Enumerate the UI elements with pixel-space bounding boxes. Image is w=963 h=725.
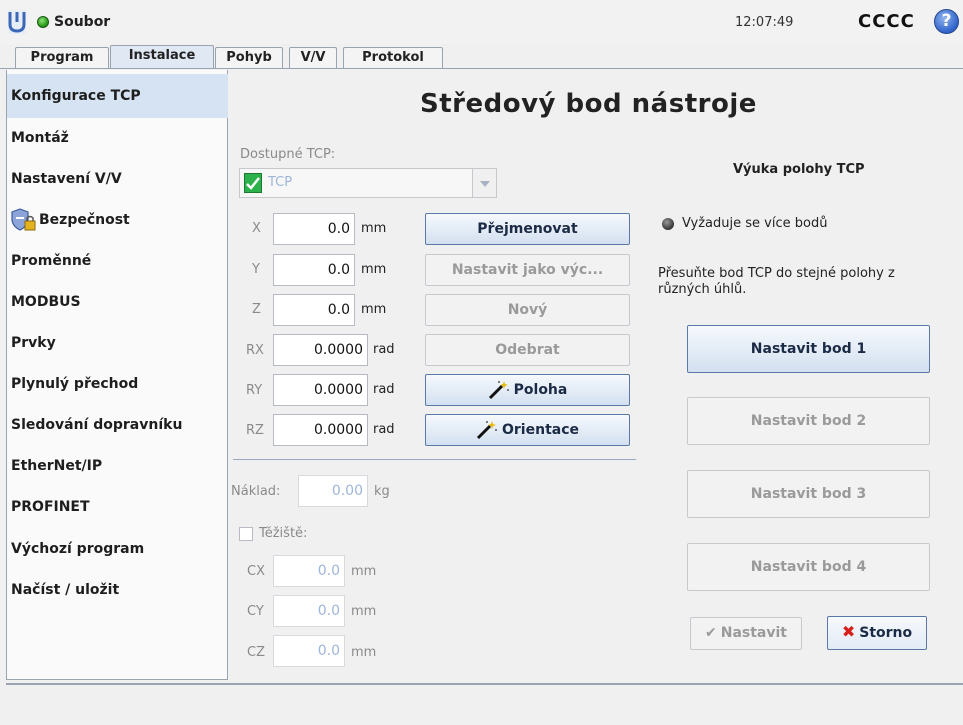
axis-label-rx: RX [246, 343, 264, 358]
unit-ry: rad [373, 382, 395, 397]
active-tcp-check-icon [244, 173, 262, 193]
cog-checkbox[interactable] [239, 527, 253, 541]
available-tcp-label: Dostupné TCP: [240, 147, 336, 162]
unit-rz: rad [373, 422, 395, 437]
teach-instruction-line2: různých úhlů. [658, 282, 747, 297]
unit-x: mm [361, 221, 387, 236]
cog-axis-cx: CX [247, 564, 265, 579]
payload-field[interactable]: 0.00 [298, 475, 368, 507]
tcp-y-field[interactable]: 0.0 [273, 254, 355, 286]
sidebar-item-ethernet-ip[interactable]: EtherNet/IP [7, 446, 228, 486]
axis-label-y: Y [252, 262, 260, 277]
apply-button-label: Nastavit [720, 625, 787, 641]
clock: 12:07:49 [735, 15, 794, 30]
sidebar-item-load-save[interactable]: Načíst / uložit [7, 570, 228, 610]
unit-z: mm [361, 302, 387, 317]
sidebar-item-safety-label: Bezpečnost [39, 212, 130, 228]
sidebar-item-tcp[interactable]: Konfigurace TCP [7, 74, 228, 118]
cog-cx-field[interactable]: 0.0 [273, 555, 345, 587]
bottom-divider [6, 683, 963, 685]
set-point-1-button[interactable]: Nastavit bod 1 [687, 325, 930, 373]
close-icon: ✖ [841, 622, 856, 641]
robot-name: CCCC [858, 11, 915, 32]
tab-io[interactable]: V/V [289, 47, 337, 69]
axis-label-x: X [252, 221, 261, 236]
sidebar-item-conveyor[interactable]: Sledování dopravníku [7, 405, 228, 445]
cog-unit-cx: mm [351, 564, 377, 579]
unit-y: mm [361, 262, 387, 277]
tab-installation[interactable]: Instalace [110, 45, 214, 69]
top-bar: Soubor 12:07:49 CCCC ? [0, 0, 963, 44]
set-point-3-button[interactable]: Nastavit bod 3 [687, 470, 930, 518]
sidebar-item-default-program[interactable]: Výchozí program [7, 529, 228, 569]
payload-label: Náklad: [231, 484, 281, 499]
cog-cy-field[interactable]: 0.0 [273, 595, 345, 627]
cog-unit-cz: mm [351, 645, 377, 660]
rename-button[interactable]: Přejmenovat [425, 213, 630, 245]
set-point-2-button[interactable]: Nastavit bod 2 [687, 397, 930, 445]
sidebar-item-variables[interactable]: Proměnné [7, 241, 228, 281]
chevron-down-icon[interactable] [472, 169, 496, 197]
teach-instruction-line1: Přesuňte bod TCP do stejné polohy z [658, 266, 895, 281]
page-title: Středový bod nástroje [420, 89, 757, 119]
check-icon: ✔ [705, 625, 717, 641]
apply-button[interactable]: ✔ Nastavit [690, 617, 802, 650]
tcp-z-field[interactable]: 0.0 [273, 294, 355, 326]
cog-axis-cy: CY [247, 604, 264, 619]
tcp-select[interactable]: TCP [239, 168, 497, 198]
tcp-rz-field[interactable]: 0.0000 [273, 414, 368, 446]
magic-wand-icon [476, 421, 497, 440]
axis-label-ry: RY [246, 383, 263, 398]
payload-unit: kg [374, 484, 390, 499]
set-point-4-button[interactable]: Nastavit bod 4 [687, 543, 930, 591]
position-button[interactable]: Poloha [425, 374, 630, 406]
cancel-button-label: Storno [859, 625, 913, 641]
sidebar-item-io-setup[interactable]: Nastavení V/V [7, 159, 228, 199]
unit-rx: rad [373, 342, 395, 357]
tcp-x-field[interactable]: 0.0 [273, 213, 355, 245]
tcp-select-value: TCP [268, 175, 293, 190]
cog-unit-cy: mm [351, 604, 377, 619]
shield-lock-icon [11, 208, 36, 231]
cog-cz-field[interactable]: 0.0 [273, 635, 345, 667]
cancel-button[interactable]: ✖ Storno [827, 616, 927, 650]
ur-logo-icon [8, 10, 26, 34]
cog-axis-cz: CZ [247, 645, 265, 660]
sidebar-item-mounting[interactable]: Montáž [7, 118, 228, 158]
new-tcp-button[interactable]: Nový [425, 294, 630, 326]
axis-label-z: Z [252, 302, 261, 317]
tab-program[interactable]: Program [15, 47, 109, 69]
orientation-button-label: Orientace [502, 422, 579, 438]
sidebar-item-safety[interactable]: Bezpečnost [7, 200, 228, 240]
cog-label: Těžiště: [259, 526, 308, 541]
status-dot-icon [662, 218, 674, 230]
position-button-label: Poloha [513, 382, 568, 398]
tab-log[interactable]: Protokol [343, 47, 443, 69]
teach-title: Výuka polohy TCP [733, 162, 865, 177]
sidebar-item-modbus[interactable]: MODBUS [7, 282, 228, 322]
tcp-rx-field[interactable]: 0.0000 [273, 334, 368, 366]
magic-wand-icon [488, 381, 509, 400]
tcp-ry-field[interactable]: 0.0000 [273, 374, 368, 406]
installation-sidebar: Konfigurace TCP Montáž Nastavení V/V Bez… [6, 70, 228, 680]
set-default-button[interactable]: Nastavit jako výc... [425, 254, 630, 286]
sidebar-item-smooth-transition[interactable]: Plynulý přechod [7, 364, 228, 404]
help-icon[interactable]: ? [934, 9, 959, 34]
axis-label-rz: RZ [246, 423, 264, 438]
file-menu[interactable]: Soubor [54, 14, 110, 30]
sidebar-item-profinet[interactable]: PROFINET [7, 487, 228, 527]
section-divider [233, 459, 636, 460]
orientation-button[interactable]: Orientace [425, 414, 630, 446]
sidebar-item-features[interactable]: Prvky [7, 323, 228, 363]
teach-status: Vyžaduje se více bodů [682, 216, 828, 231]
robot-status-icon[interactable] [37, 16, 49, 28]
tab-move[interactable]: Pohyb [215, 47, 283, 69]
remove-tcp-button[interactable]: Odebrat [425, 334, 630, 366]
tab-divider [0, 68, 963, 69]
